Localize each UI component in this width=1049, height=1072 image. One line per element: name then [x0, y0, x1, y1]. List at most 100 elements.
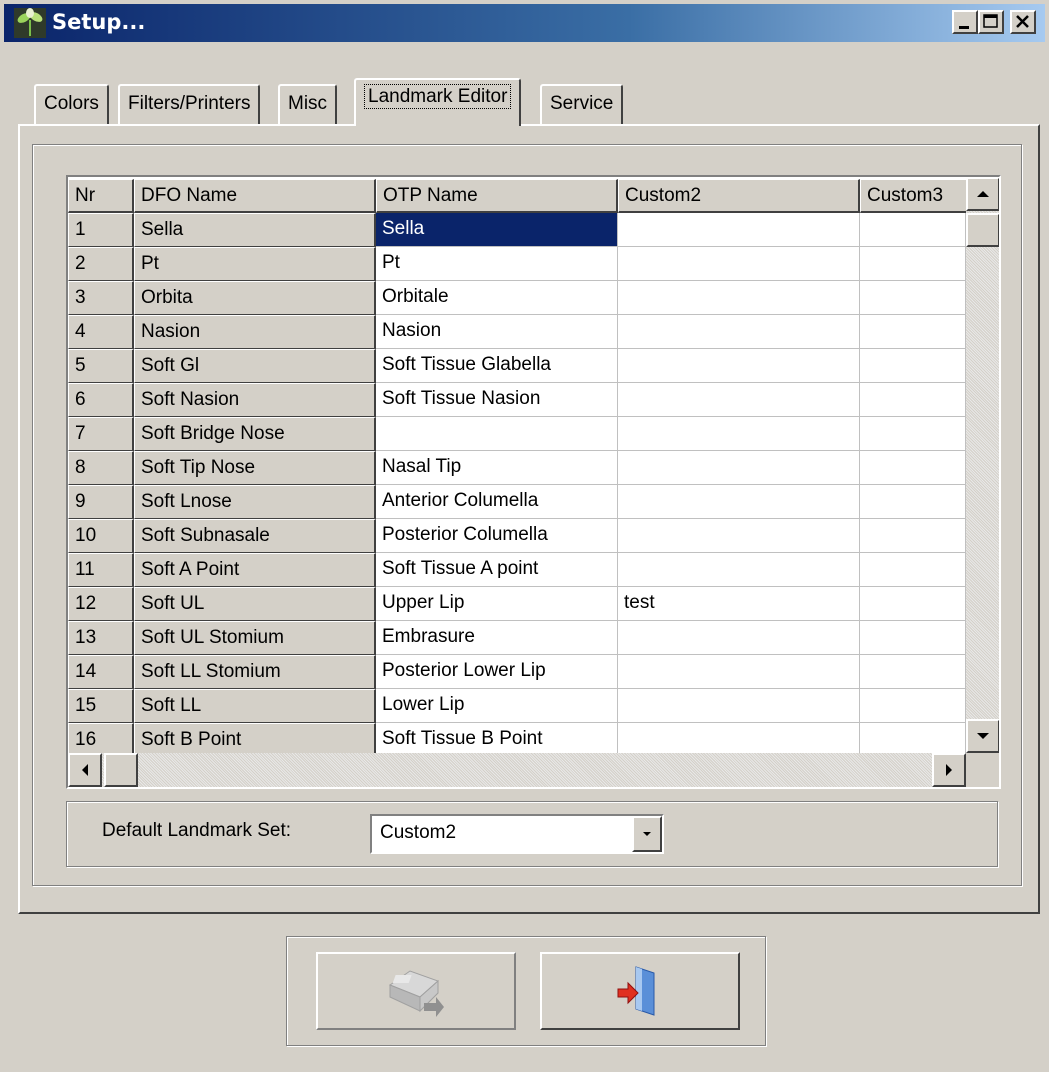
- cell-otp-name[interactable]: Sella: [376, 213, 618, 247]
- cell-custom3[interactable]: [860, 383, 966, 417]
- cell-custom3[interactable]: [860, 213, 966, 247]
- cell-otp-name[interactable]: Pt: [376, 247, 618, 281]
- scroll-right-button[interactable]: [932, 753, 966, 787]
- cell-custom2[interactable]: [618, 213, 860, 247]
- cell-nr[interactable]: 11: [68, 553, 134, 587]
- cell-nr[interactable]: 4: [68, 315, 134, 349]
- cell-custom3[interactable]: [860, 281, 966, 315]
- cell-nr[interactable]: 1: [68, 213, 134, 247]
- landmark-grid[interactable]: Nr DFO Name OTP Name Custom2 Custom3 1 Se…: [66, 175, 1001, 789]
- column-header-custom3[interactable]: Custom3: [860, 179, 968, 213]
- cell-custom3[interactable]: [860, 485, 966, 519]
- column-header-dfo-name[interactable]: DFO Name: [134, 179, 376, 213]
- cell-dfo-name[interactable]: Soft Nasion: [134, 383, 376, 417]
- cell-custom2[interactable]: [618, 723, 860, 757]
- cell-otp-name[interactable]: Posterior Columella: [376, 519, 618, 553]
- cell-custom3[interactable]: [860, 689, 966, 723]
- tab-landmark-editor[interactable]: Landmark Editor: [354, 78, 522, 126]
- cell-otp-name[interactable]: Anterior Columella: [376, 485, 618, 519]
- cell-custom2[interactable]: [618, 655, 860, 689]
- tab-filters-printers[interactable]: Filters/Printers: [118, 84, 261, 124]
- cell-dfo-name[interactable]: Soft UL: [134, 587, 376, 621]
- cell-dfo-name[interactable]: Pt: [134, 247, 376, 281]
- cell-otp-name[interactable]: Soft Tissue B Point: [376, 723, 618, 757]
- cell-custom2[interactable]: [618, 247, 860, 281]
- cell-custom3[interactable]: [860, 587, 966, 621]
- scroll-left-button[interactable]: [68, 753, 102, 787]
- cell-custom2[interactable]: [618, 485, 860, 519]
- cell-nr[interactable]: 6: [68, 383, 134, 417]
- cell-custom2[interactable]: [618, 349, 860, 383]
- cell-custom3[interactable]: [860, 451, 966, 485]
- cell-custom3[interactable]: [860, 621, 966, 655]
- cell-nr[interactable]: 16: [68, 723, 134, 757]
- horizontal-scroll-thumb[interactable]: [104, 753, 138, 787]
- cell-custom2[interactable]: [618, 553, 860, 587]
- cell-otp-name[interactable]: Nasal Tip: [376, 451, 618, 485]
- cell-custom3[interactable]: [860, 417, 966, 451]
- cell-otp-name[interactable]: [376, 417, 618, 451]
- cell-nr[interactable]: 3: [68, 281, 134, 315]
- cell-dfo-name[interactable]: Soft Tip Nose: [134, 451, 376, 485]
- minimize-button[interactable]: [952, 10, 978, 34]
- save-button[interactable]: [316, 952, 516, 1030]
- cell-custom2[interactable]: [618, 519, 860, 553]
- cell-custom2[interactable]: [618, 621, 860, 655]
- cell-dfo-name[interactable]: Soft Bridge Nose: [134, 417, 376, 451]
- horizontal-scrollbar[interactable]: [68, 753, 966, 787]
- cell-dfo-name[interactable]: Soft UL Stomium: [134, 621, 376, 655]
- cell-otp-name[interactable]: Lower Lip: [376, 689, 618, 723]
- cell-dfo-name[interactable]: Soft B Point: [134, 723, 376, 757]
- maximize-button[interactable]: [978, 10, 1004, 34]
- cell-dfo-name[interactable]: Soft LL Stomium: [134, 655, 376, 689]
- tab-misc[interactable]: Misc: [278, 84, 338, 124]
- tab-service[interactable]: Service: [540, 84, 624, 124]
- cell-dfo-name[interactable]: Soft A Point: [134, 553, 376, 587]
- cell-nr[interactable]: 12: [68, 587, 134, 621]
- cell-nr[interactable]: 10: [68, 519, 134, 553]
- cell-custom3[interactable]: [860, 723, 966, 757]
- cell-nr[interactable]: 2: [68, 247, 134, 281]
- scroll-up-button[interactable]: [966, 177, 999, 211]
- cell-dfo-name[interactable]: Soft Subnasale: [134, 519, 376, 553]
- column-header-otp-name[interactable]: OTP Name: [376, 179, 618, 213]
- scroll-down-button[interactable]: [966, 719, 999, 753]
- cell-dfo-name[interactable]: Soft Gl: [134, 349, 376, 383]
- cell-nr[interactable]: 15: [68, 689, 134, 723]
- cell-custom2[interactable]: [618, 451, 860, 485]
- cell-otp-name[interactable]: Soft Tissue Glabella: [376, 349, 618, 383]
- title-bar[interactable]: Setup...: [4, 4, 1045, 42]
- cell-custom2[interactable]: [618, 383, 860, 417]
- cell-otp-name[interactable]: Orbitale: [376, 281, 618, 315]
- cell-custom3[interactable]: [860, 315, 966, 349]
- cell-nr[interactable]: 14: [68, 655, 134, 689]
- cell-custom3[interactable]: [860, 247, 966, 281]
- cell-custom2[interactable]: [618, 315, 860, 349]
- column-header-nr[interactable]: Nr: [68, 179, 134, 213]
- cell-otp-name[interactable]: Posterior Lower Lip: [376, 655, 618, 689]
- cell-nr[interactable]: 5: [68, 349, 134, 383]
- cell-custom3[interactable]: [860, 349, 966, 383]
- cell-custom2[interactable]: [618, 417, 860, 451]
- column-header-custom2[interactable]: Custom2: [618, 179, 860, 213]
- cell-dfo-name[interactable]: Sella: [134, 213, 376, 247]
- cell-dfo-name[interactable]: Soft Lnose: [134, 485, 376, 519]
- cell-nr[interactable]: 13: [68, 621, 134, 655]
- dropdown-button[interactable]: [632, 816, 662, 852]
- default-set-dropdown[interactable]: Custom2: [370, 814, 664, 854]
- cell-nr[interactable]: 8: [68, 451, 134, 485]
- cell-dfo-name[interactable]: Soft LL: [134, 689, 376, 723]
- close-button[interactable]: [1010, 10, 1036, 34]
- cell-otp-name[interactable]: Upper Lip: [376, 587, 618, 621]
- cell-custom3[interactable]: [860, 519, 966, 553]
- vertical-scrollbar[interactable]: [966, 177, 999, 753]
- cell-otp-name[interactable]: Embrasure: [376, 621, 618, 655]
- tab-colors[interactable]: Colors: [34, 84, 109, 124]
- cell-nr[interactable]: 9: [68, 485, 134, 519]
- cell-custom2[interactable]: test: [618, 587, 860, 621]
- cell-nr[interactable]: 7: [68, 417, 134, 451]
- cell-dfo-name[interactable]: Orbita: [134, 281, 376, 315]
- cell-otp-name[interactable]: Soft Tissue Nasion: [376, 383, 618, 417]
- cell-custom2[interactable]: [618, 281, 860, 315]
- exit-button[interactable]: [540, 952, 740, 1030]
